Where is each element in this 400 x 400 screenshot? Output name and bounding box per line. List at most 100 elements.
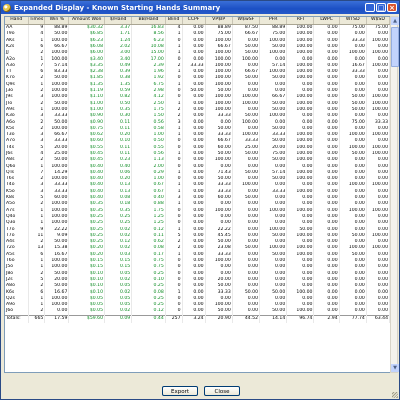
close-button[interactable]: Close <box>204 386 240 396</box>
table-cell: 0.00 <box>182 24 206 32</box>
table-cell: 3.37 <box>104 24 133 32</box>
table-row[interactable]: J5o 1 100.00 $0.15 0.15 0.75 0 0.00 0.00 0.00 0.00… <box>5 264 390 271</box>
totals-cell: 0.09 <box>104 314 133 323</box>
table-cell: 0.00 <box>44 308 70 316</box>
table-cell: 88.89 <box>205 24 233 32</box>
table-cell: 0.00 <box>366 308 390 316</box>
minimize-button[interactable]: _ <box>365 3 375 12</box>
resize-grip[interactable] <box>392 392 398 398</box>
table-cell: 100.00 <box>286 24 315 32</box>
table-cell: 50.00 <box>205 308 233 316</box>
table-cell: 75.00 <box>366 24 390 32</box>
totals-cell: 0.44 <box>131 314 166 323</box>
totals-cell: 257 <box>165 314 183 323</box>
table-cell: 0 <box>165 308 183 316</box>
table-cell: 0.00 <box>313 24 340 32</box>
totals-cell: 20.90 <box>205 314 233 323</box>
table-row[interactable]: A7o 3 33.33 $0.60 0.10 0.50 0 0.00 66.67 33.33 50.… <box>5 138 390 145</box>
table-cell: 100.00 <box>286 308 315 316</box>
totals-row: Totals: 665 17.59 $59.60 0.09 0.44 257 3.24 20.9… <box>5 314 390 323</box>
table-row[interactable]: T7o 9 22.22 $0.25 0.02 0.12 1 0.00 22.22 0.00 100.… <box>5 226 390 233</box>
column-header[interactable]: RFI <box>286 17 315 25</box>
totals-cell: 44.52 <box>232 314 261 323</box>
table-cell: 9 <box>28 24 46 32</box>
table-cell: 87.50 <box>232 24 261 32</box>
table-row[interactable]: J6o 2 0.00 $0.05 0.02 0.12 0 0.00 50.00 0.00 50.00… <box>5 308 390 316</box>
hands-summary-grid: Hand Times Win % Amount Won $/Hand BB/Hand Bli… <box>4 16 391 373</box>
table-row[interactable]: JTo 2 50.00 $1.00 0.50 2.50 1 0.00 100.00 100.00 5… <box>5 100 390 107</box>
table-cell: 4 <box>165 24 183 32</box>
table-cell: 88.89 <box>44 24 70 32</box>
table-cell: 75.00 <box>339 24 367 32</box>
scroll-up-arrow-icon[interactable]: ▲ <box>391 17 399 25</box>
table-row[interactable]: AA 9 88.89 $30.32 3.37 16.83 4 0.00 88.89 87.50 88… <box>5 24 390 32</box>
table-row[interactable]: AKs 1 100.00 $6.23 1.24 6.23 0 0.00 100.00 0.00 10… <box>5 37 390 44</box>
column-header[interactable]: W$wSF <box>232 17 261 25</box>
table-cell: 16.83 <box>131 24 166 32</box>
column-header[interactable]: Times <box>28 17 46 25</box>
table-cell: $30.32 <box>68 24 105 32</box>
app-icon <box>3 3 11 12</box>
totals-label: Totals: <box>5 314 29 323</box>
scroll-down-arrow-icon[interactable]: ▼ <box>391 364 399 372</box>
table-row[interactable]: K3o 3 33.33 $0.90 0.30 1.50 2 0.00 33.33 50.00 100… <box>5 113 390 120</box>
column-header[interactable]: Hand <box>5 17 29 25</box>
totals-cell: 2.94 <box>313 314 340 323</box>
table-row[interactable]: J9s 3 100.00 $1.10 0.82 4.12 0 0.00 100.00 100.00… <box>5 94 390 101</box>
table-row[interactable]: J8o 2 50.00 $0.10 0.05 0.25 0 0.00 0.00 0.00 0.00 0… <box>5 270 390 277</box>
window-title: Expanded Display - Known Starting Hands … <box>14 3 221 12</box>
table-row[interactable]: T9o 4 50.00 $6.85 1.71 8.56 1 0.00 75.00 66.67 75.… <box>5 31 390 38</box>
totals-cell: $59.60 <box>68 314 105 323</box>
export-button[interactable]: Export <box>162 386 198 396</box>
column-header[interactable]: Blind <box>165 17 183 25</box>
title-bar: Expanded Display - Known Starting Hands … <box>1 1 399 14</box>
column-header[interactable]: Win % <box>44 17 70 25</box>
totals-cell: 3.24 <box>182 314 206 323</box>
table-cell: 0.12 <box>131 308 166 316</box>
table-cell: 88.89 <box>259 24 288 32</box>
totals-cell: 77.74 <box>339 314 367 323</box>
totals-cell: 665 <box>28 314 46 323</box>
column-header[interactable]: LWPC <box>313 17 340 25</box>
column-header[interactable]: CCPF <box>182 17 206 25</box>
column-header[interactable]: VP$IP <box>205 17 233 25</box>
column-header[interactable]: Amount Won <box>68 17 105 25</box>
table-cell: $0.05 <box>68 308 105 316</box>
table-row[interactable]: K7o 2 50.00 $1.85 0.38 1.92 0 0.00 100.00 50.00 50… <box>5 75 390 82</box>
hands-table: Hand Times Win % Amount Won $/Hand BB/Hand Bli… <box>5 17 390 323</box>
table-row[interactable]: Q3o 1 100.00 $0.25 0.25 1.25 0 0.00 0.00 0.00 0.00… <box>5 220 390 227</box>
table-row[interactable]: T4s 5 20.00 $0.55 0.11 0.55 0 0.00 60.00 25.00 20.… <box>5 144 390 151</box>
table-header-row: Hand Times Win % Amount Won $/Hand BB/Hand Bli… <box>5 17 390 25</box>
table-row[interactable]: A5o 2 100.00 $0.35 0.18 0.88 1 0.00 0.00 0.00 0.00… <box>5 201 390 208</box>
column-header[interactable]: PFR <box>259 17 288 25</box>
column-header[interactable]: WTSD <box>339 17 367 25</box>
table-row[interactable]: A8o 2 50.00 $0.10 0.05 0.25 0 0.00 50.00 0.00 0.00… <box>5 283 390 290</box>
table-row[interactable]: 72o 13 15.38 $0.20 0.02 0.08 2 0.00 23.08 50.00 10… <box>5 245 390 252</box>
table-cell: 0.02 <box>104 308 133 316</box>
table-cell: 50.00 <box>259 308 288 316</box>
table-row[interactable]: Q6o 1 100.00 $0.40 0.40 2.00 0 0.00 0.00 0.00 0.00… <box>5 163 390 170</box>
table-row[interactable]: A2o 1 100.00 $3.40 3.40 17.00 0 0.00 100.00 100.0… <box>5 56 390 63</box>
table-row[interactable]: A7s 1 100.00 $0.35 0.35 1.75 0 0.00 100.00 0.00 10… <box>5 207 390 214</box>
table-row[interactable]: A6o 2 50.00 $0.90 0.11 0.56 3 0.00 0.00 100.00 0.0… <box>5 119 390 126</box>
table-row[interactable]: T4o 3 33.33 $0.40 0.13 0.67 1 0.00 33.33 100.00 0.… <box>5 182 390 189</box>
column-header[interactable]: BB/Hand <box>131 17 166 25</box>
button-row: Export Close <box>1 386 400 396</box>
expanded-display-window: Expanded Display - Known Starting Hands … <box>0 0 400 400</box>
maximize-button[interactable]: □ <box>376 3 386 12</box>
column-header[interactable]: $/Hand <box>104 17 133 25</box>
totals-cell: 96.74 <box>286 314 315 323</box>
table-row[interactable]: K6s 6 16.67 $0.10 0.02 0.08 1 0.00 33.33 50.00 50.… <box>5 289 390 296</box>
scroll-thumb[interactable] <box>391 27 399 67</box>
table-cell: 0.00 <box>232 308 261 316</box>
table-cell: J6o <box>5 308 29 316</box>
table-cell: 0.00 <box>339 308 367 316</box>
table-cell: 2 <box>28 308 46 316</box>
totals-cell: 17.59 <box>44 314 70 323</box>
close-window-button[interactable]: × <box>387 3 397 12</box>
totals-cell: 63.44 <box>366 314 390 323</box>
table-row[interactable]: JJ 2 100.00 $6.00 3.00 15.00 1 0.00 100.00 50.00 1… <box>5 50 390 57</box>
table-row[interactable]: A8s 2 50.00 $0.45 0.23 1.13 0 0.00 100.00 0.00 50.… <box>5 157 390 164</box>
vertical-scrollbar[interactable]: ▲ ▼ <box>390 16 399 373</box>
column-header[interactable]: W$SD <box>366 17 390 25</box>
